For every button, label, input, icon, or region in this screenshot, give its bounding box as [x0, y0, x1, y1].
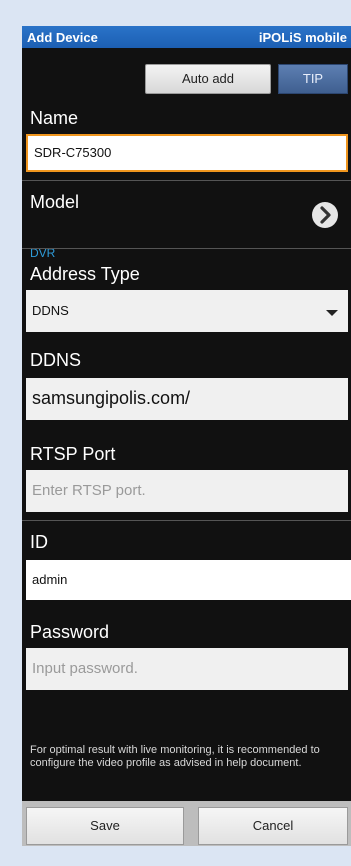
- app-name: iPOLiS mobile: [258, 30, 347, 45]
- address-type-value: DDNS: [32, 303, 69, 318]
- name-input[interactable]: SDR-C75300: [26, 134, 348, 172]
- id-label: ID: [30, 532, 48, 552]
- ddns-label: DDNS: [30, 350, 82, 370]
- rtsp-port-input[interactable]: Enter RTSP port.: [26, 470, 348, 512]
- cancel-button[interactable]: Cancel: [198, 807, 348, 845]
- chevron-right-icon[interactable]: [312, 202, 338, 228]
- address-type-label: Address Type: [30, 264, 140, 284]
- bottom-action-bar: Save Cancel: [22, 801, 351, 846]
- name-label: Name: [30, 108, 79, 128]
- ddns-input[interactable]: samsungipolis.com/: [26, 378, 348, 420]
- dropdown-arrow-icon: [326, 310, 338, 316]
- rtsp-port-placeholder: Enter RTSP port.: [32, 482, 146, 499]
- divider: [22, 520, 351, 521]
- model-label: Model: [30, 192, 80, 212]
- help-note: For optimal result with live monitoring,…: [30, 744, 320, 769]
- divider: [22, 248, 351, 249]
- screen-background: Add Device iPOLiS mobile Auto add TIP Na…: [0, 0, 351, 866]
- name-input-value: SDR-C75300: [34, 145, 112, 160]
- add-device-screen: Add Device iPOLiS mobile Auto add TIP Na…: [22, 26, 351, 846]
- title-bar: Add Device iPOLiS mobile: [22, 26, 351, 48]
- password-input[interactable]: Input password.: [26, 648, 348, 690]
- id-input[interactable]: admin: [26, 560, 351, 600]
- password-label: Password: [30, 622, 110, 642]
- rtsp-port-label: RTSP Port: [30, 444, 116, 464]
- divider: [22, 180, 351, 181]
- ddns-input-value: samsungipolis.com/: [32, 388, 191, 408]
- auto-add-button[interactable]: Auto add: [145, 64, 271, 94]
- address-type-select[interactable]: DDNS: [26, 290, 348, 332]
- tip-button[interactable]: TIP: [278, 64, 348, 94]
- id-input-value: admin: [32, 572, 68, 587]
- page-title: Add Device: [27, 30, 98, 45]
- password-placeholder: Input password.: [32, 660, 138, 677]
- save-button[interactable]: Save: [26, 807, 184, 845]
